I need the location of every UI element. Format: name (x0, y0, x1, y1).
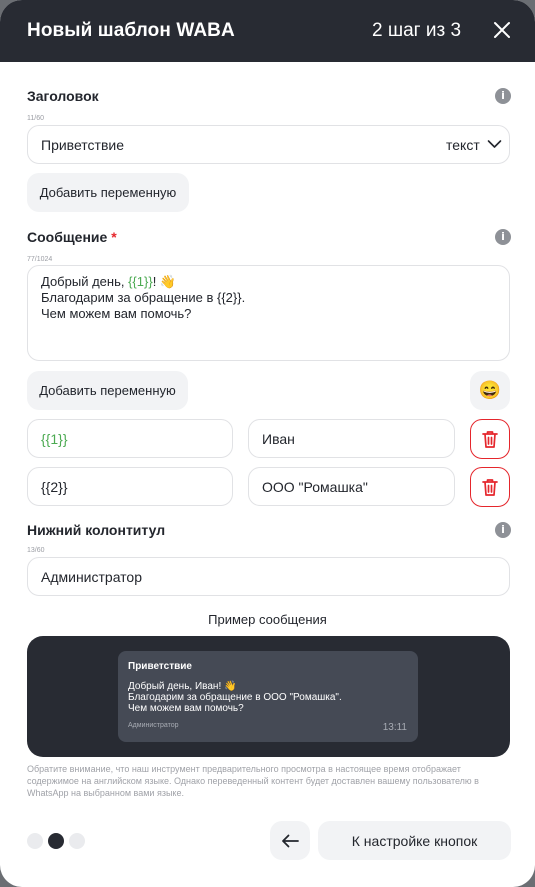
arrow-left-icon (282, 834, 299, 847)
variable-value-field[interactable]: ООО "Ромашка" (248, 467, 455, 506)
preview-bubble-line-1: Добрый день, Иван! 👋 (128, 681, 237, 692)
emoji-picker-button[interactable]: 😄 (470, 371, 510, 410)
next-step-button[interactable]: К настройке кнопок (318, 821, 511, 860)
footer-info-icon[interactable]: i (495, 522, 511, 538)
message-variable-1: {{1}} (128, 274, 153, 289)
preview-bubble-time: 13:11 (382, 722, 407, 733)
preview-bubble: Приветствие Добрый день, Иван! 👋 Благода… (118, 651, 418, 742)
preview-bubble-footer: Администратор (128, 722, 179, 729)
pagination-dot-2 (48, 833, 64, 849)
heading-label: Заголовок (27, 88, 99, 104)
variable-value-field[interactable]: Иван (248, 419, 455, 458)
message-line-2: Благодарим за обращение в {{2}}. (41, 290, 246, 305)
message-textarea[interactable]: Добрый день, {{1}}! 👋 Благодарим за обра… (27, 265, 510, 361)
message-line-1: Добрый день, {{1}}! 👋 (41, 274, 496, 290)
preview-disclaimer: Обратите внимание, что наш инструмент пр… (27, 764, 479, 798)
preview-bubble-line-3: Чем можем вам помочь? (128, 703, 244, 714)
footer-label: Нижний колонтитул (27, 522, 166, 538)
back-button[interactable] (270, 821, 310, 860)
message-counter: 77/1024 (27, 256, 53, 263)
footer-counter: 13/60 (27, 547, 45, 554)
modal-title: Новый шаблон WABA (27, 20, 235, 41)
message-info-icon[interactable]: i (495, 229, 511, 245)
heading-input[interactable]: Приветствие текст (27, 125, 510, 164)
heading-add-variable-button[interactable]: Добавить переменную (27, 173, 189, 212)
heading-type-select[interactable]: текст (446, 137, 480, 153)
message-line-1-prefix: Добрый день, (41, 274, 129, 289)
trash-icon (482, 431, 498, 448)
required-mark: * (111, 229, 117, 245)
delete-variable-button[interactable] (470, 467, 510, 507)
trash-icon (482, 479, 498, 496)
variable-name-field[interactable]: {{1}} (27, 419, 233, 458)
pagination-dot-3 (69, 833, 85, 849)
preview-title: Пример сообщения (208, 612, 327, 627)
message-label-text: Сообщение (27, 229, 108, 245)
variable-value: Иван (262, 430, 295, 447)
message-add-variable-button[interactable]: Добавить переменную (27, 371, 188, 410)
footer-input[interactable]: Администратор (27, 557, 510, 596)
delete-variable-button[interactable] (470, 419, 510, 459)
chevron-down-icon[interactable] (487, 139, 502, 149)
variable-value: ООО "Ромашка" (262, 478, 368, 495)
message-preview: Приветствие Добрый день, Иван! 👋 Благода… (27, 636, 510, 757)
message-line-1-suffix: ! 👋 (152, 274, 177, 289)
variable-name: {{1}} (41, 430, 68, 447)
preview-bubble-line-2: Благодарим за обращение в ООО "Ромашка". (128, 692, 342, 703)
heading-value: Приветствие (41, 136, 124, 153)
pagination-dot-1 (27, 833, 43, 849)
modal-header: Новый шаблон WABA 2 шаг из 3 (0, 0, 535, 62)
message-line-3: Чем можем вам помочь? (41, 306, 192, 321)
variable-name: {{2}} (41, 478, 68, 495)
variable-name-field[interactable]: {{2}} (27, 467, 233, 506)
close-icon[interactable] (491, 19, 513, 41)
footer-value: Администратор (41, 568, 143, 585)
message-label: Сообщение * (27, 229, 117, 245)
heading-info-icon[interactable]: i (495, 88, 511, 104)
heading-counter: 11/60 (27, 115, 44, 122)
step-indicator: 2 шаг из 3 (372, 20, 462, 41)
preview-bubble-title: Приветствие (128, 661, 192, 672)
waba-template-modal: Новый шаблон WABA 2 шаг из 3 Заголовок i… (0, 0, 535, 887)
